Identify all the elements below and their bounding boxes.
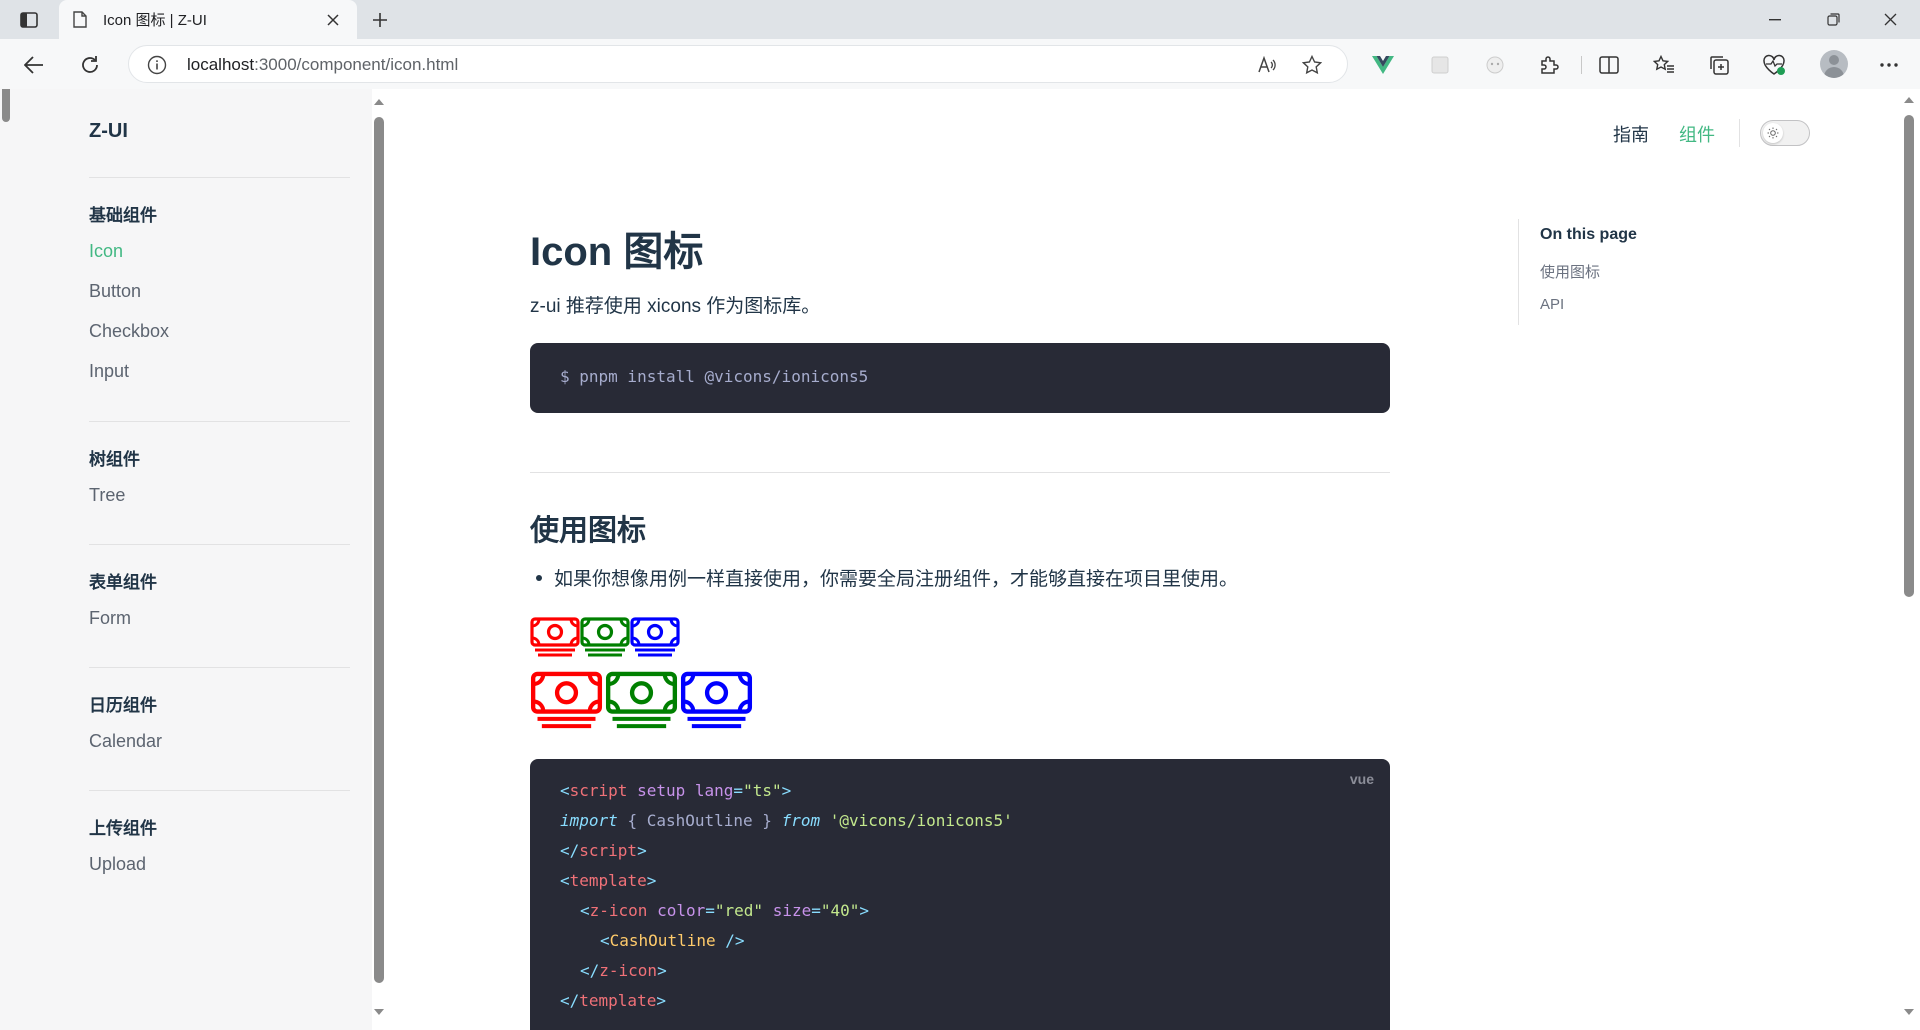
favorite-star-icon[interactable]	[1301, 54, 1323, 76]
sidebar-group-title: 树组件	[89, 450, 140, 469]
page-title: Icon 图标	[530, 230, 704, 274]
more-menu-icon[interactable]	[1876, 52, 1902, 78]
sidebar-divider	[89, 544, 350, 545]
code-line: <CashOutline />	[600, 931, 745, 950]
nav-guide-link[interactable]: 指南	[1613, 121, 1649, 147]
nav-divider	[1739, 119, 1740, 147]
code-line: import { CashOutline } from '@vicons/ion…	[560, 811, 1013, 830]
cash-outline-icon	[605, 671, 678, 729]
sidebar: Z-UI 基础组件 Icon Button Checkbox Input 树组件…	[0, 89, 372, 1030]
sidebar-item-tree[interactable]: Tree	[89, 485, 125, 506]
scroll-down-arrow-icon[interactable]	[1904, 1009, 1914, 1015]
install-code-block[interactable]: $ pnpm install @vicons/ionicons5	[530, 343, 1390, 413]
code-line: </script>	[560, 841, 647, 860]
page-scrollbar[interactable]	[1898, 89, 1920, 1030]
toc-link-usage[interactable]: 使用图标	[1540, 261, 1600, 282]
sidebar-divider	[89, 421, 350, 422]
browser-tab-bar: Icon 图标 | Z-UI	[0, 0, 1920, 39]
page-icon	[73, 11, 87, 28]
close-tab-icon[interactable]	[323, 10, 343, 30]
section-heading: 使用图标	[530, 515, 647, 547]
favorites-icon[interactable]	[1651, 52, 1677, 78]
toc-link-api[interactable]: API	[1540, 296, 1564, 313]
sidebar-divider	[89, 667, 350, 668]
sidebar-scrollbar[interactable]	[372, 89, 386, 1030]
sidebar-item-form[interactable]: Form	[89, 608, 131, 629]
sidebar-item-input[interactable]: Input	[89, 361, 129, 382]
refresh-icon[interactable]	[76, 51, 104, 79]
cash-outline-icon	[530, 617, 580, 657]
sidebar-item-button[interactable]: Button	[89, 281, 141, 302]
page-edge-scroll-thumb[interactable]	[2, 89, 10, 122]
new-tab-icon[interactable]	[368, 8, 392, 32]
address-toolbar: localhost:3000/component/icon.html	[0, 39, 1920, 89]
vue-devtools-icon[interactable]	[1370, 52, 1396, 78]
nav-components-link[interactable]: 组件	[1679, 121, 1715, 147]
sidebar-divider	[89, 790, 350, 791]
url-text[interactable]: localhost:3000/component/icon.html	[187, 55, 458, 75]
sidebar-item-upload[interactable]: Upload	[89, 854, 146, 875]
extensions-puzzle-icon[interactable]	[1536, 52, 1562, 78]
sidebar-group-title: 表单组件	[89, 573, 157, 592]
sidebar-item-icon[interactable]: Icon	[89, 241, 123, 262]
table-of-contents: On this page 使用图标 API	[1518, 219, 1637, 325]
site-info-icon[interactable]	[147, 55, 167, 75]
back-arrow-icon[interactable]	[20, 51, 48, 79]
scroll-up-arrow-icon[interactable]	[1904, 97, 1914, 103]
sidebar-item-checkbox[interactable]: Checkbox	[89, 321, 169, 342]
page-viewport: Z-UI 基础组件 Icon Button Checkbox Input 树组件…	[0, 89, 1920, 1030]
profile-avatar[interactable]	[1820, 50, 1848, 78]
scroll-up-arrow-icon[interactable]	[374, 99, 384, 105]
extension-icon[interactable]	[1427, 52, 1453, 78]
bullet-item: 如果你想像用例一样直接使用，你需要全局注册组件，才能够直接在项目里使用。	[530, 564, 1238, 591]
sidebar-item-calendar[interactable]: Calendar	[89, 731, 162, 752]
collections-icon[interactable]	[1706, 52, 1732, 78]
toc-title: On this page	[1540, 226, 1637, 243]
restore-icon[interactable]	[1805, 0, 1861, 39]
scroll-down-arrow-icon[interactable]	[374, 1009, 384, 1015]
intro-text: z-ui 推荐使用 xicons 作为图标库。	[530, 296, 821, 317]
tab-title: Icon 图标 | Z-UI	[103, 12, 207, 29]
theme-toggle[interactable]	[1760, 120, 1810, 146]
install-command: $ pnpm install @vicons/ionicons5	[560, 367, 869, 386]
sidebar-group-title: 上传组件	[89, 819, 157, 838]
code-line: </z-icon>	[580, 961, 667, 980]
split-screen-icon[interactable]	[1596, 52, 1622, 78]
page-scroll-thumb[interactable]	[1904, 115, 1914, 597]
code-line: </template>	[560, 991, 666, 1010]
code-language-label: vue	[1349, 771, 1374, 787]
toolbar-divider	[1581, 56, 1582, 74]
sun-icon	[1763, 123, 1783, 143]
cash-outline-icon	[530, 671, 603, 729]
tab-actions-icon[interactable]	[18, 9, 40, 31]
section-divider	[530, 472, 1390, 473]
cash-outline-icon	[580, 617, 630, 657]
sidebar-group-title: 日历组件	[89, 696, 157, 715]
code-line: <template>	[560, 871, 657, 890]
browser-tab-active[interactable]: Icon 图标 | Z-UI	[59, 0, 357, 39]
cash-outline-icon	[630, 617, 680, 657]
performance-heart-icon[interactable]	[1761, 52, 1787, 78]
usage-code-block[interactable]: vue <script setup lang="ts"> import { Ca…	[530, 759, 1390, 1030]
site-brand[interactable]: Z-UI	[89, 120, 128, 143]
minimize-icon[interactable]	[1747, 0, 1803, 39]
sidebar-group-title: 基础组件	[89, 206, 157, 225]
read-aloud-icon[interactable]	[1256, 54, 1278, 76]
sidebar-scroll-thumb[interactable]	[374, 117, 384, 983]
code-line: <script setup lang="ts">	[560, 781, 792, 800]
sidebar-divider	[89, 177, 350, 178]
code-line: <z-icon color="red" size="40">	[580, 901, 870, 920]
address-bar[interactable]: localhost:3000/component/icon.html	[128, 45, 1348, 83]
cash-outline-icon	[680, 671, 753, 729]
extension-face-icon[interactable]	[1482, 52, 1508, 78]
close-window-icon[interactable]	[1862, 0, 1918, 39]
